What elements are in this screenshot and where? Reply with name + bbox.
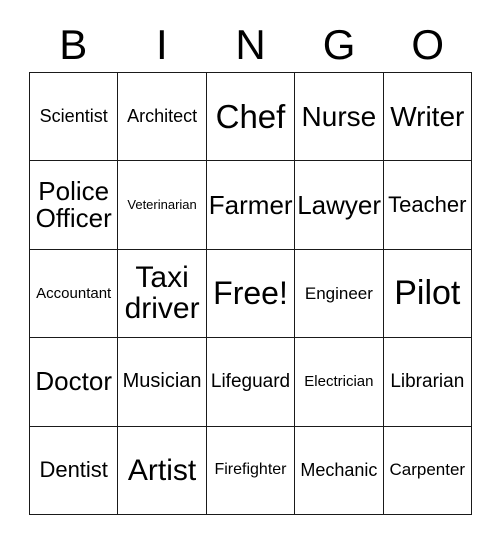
bingo-square-label: Veterinarian [127,197,197,213]
bingo-square-label: Doctor [35,366,112,397]
bingo-square[interactable]: Chef [206,73,296,162]
bingo-square[interactable]: Artist [118,426,207,515]
bingo-square-label: Firefighter [214,460,287,478]
bingo-square[interactable]: Veterinarian [118,161,207,250]
bingo-square[interactable]: Doctor [30,338,119,427]
bingo-square-label: Dentist [39,456,108,482]
bingo-square-label: Mechanic [300,459,378,480]
bingo-header: B I N G O [29,18,472,72]
bingo-square-label: Carpenter [389,460,466,480]
bingo-square-label: Pilot [394,273,461,312]
bingo-square-label: Lawyer [297,189,382,220]
bingo-square-label: Free! [213,274,288,311]
header-letter-n: N [235,21,266,68]
bingo-square-label: Teacher [388,191,467,217]
bingo-square-label: Scientist [39,106,108,127]
header-letter-o: O [411,21,444,68]
bingo-square[interactable]: Firefighter [206,426,296,515]
bingo-square[interactable]: Librarian [383,338,472,427]
bingo-square[interactable]: Lifeguard [206,338,296,427]
bingo-square[interactable]: Musician [118,338,207,427]
bingo-square-label: Accountant [36,284,112,302]
bingo-square-label: Artist [127,453,197,487]
header-letter-i: I [156,21,168,68]
bingo-square[interactable]: Electrician [295,338,384,427]
bingo-square[interactable]: Nurse [295,73,384,162]
bingo-square[interactable]: Pilot [383,249,472,339]
bingo-square[interactable]: Taxi driver [118,249,207,339]
bingo-square-label: Engineer [304,283,373,303]
bingo-square[interactable]: Teacher [383,161,472,250]
bingo-square[interactable]: Accountant [30,249,119,339]
bingo-square[interactable]: Writer [383,73,472,162]
bingo-square[interactable]: Farmer [206,161,296,250]
bingo-square-label: Electrician [304,373,374,391]
bingo-square[interactable]: Carpenter [383,426,472,515]
bingo-square-label: Librarian [390,371,465,393]
bingo-square-label: Writer [390,101,465,133]
bingo-square-label: Farmer [208,189,293,220]
bingo-square-label: Police Officer [35,176,112,234]
bingo-square[interactable]: Lawyer [295,161,384,250]
bingo-square-label: Chef [215,97,286,135]
bingo-square-label: Nurse [301,101,377,133]
bingo-square[interactable]: Police Officer [30,161,119,250]
header-letter-b: B [59,21,88,68]
bingo-square-label: Musician [122,370,202,393]
bingo-square-label: Taxi driver [124,261,200,326]
bingo-square[interactable]: Dentist [30,426,119,515]
bingo-square-label: Architect [127,106,198,127]
bingo-square[interactable]: Scientist [30,73,119,162]
header-letter-g: G [322,21,356,68]
bingo-square[interactable]: Architect [118,73,207,162]
bingo-card: B I N G O Scientist Architect Chef Nurse Wri… [0,0,500,544]
bingo-square[interactable]: Mechanic [295,426,384,515]
bingo-free-space[interactable]: Free! [206,249,296,339]
bingo-square-label: Lifeguard [210,371,291,393]
bingo-grid: Scientist Architect Chef Nurse Writer Police … [29,72,472,515]
bingo-square[interactable]: Engineer [295,249,384,339]
